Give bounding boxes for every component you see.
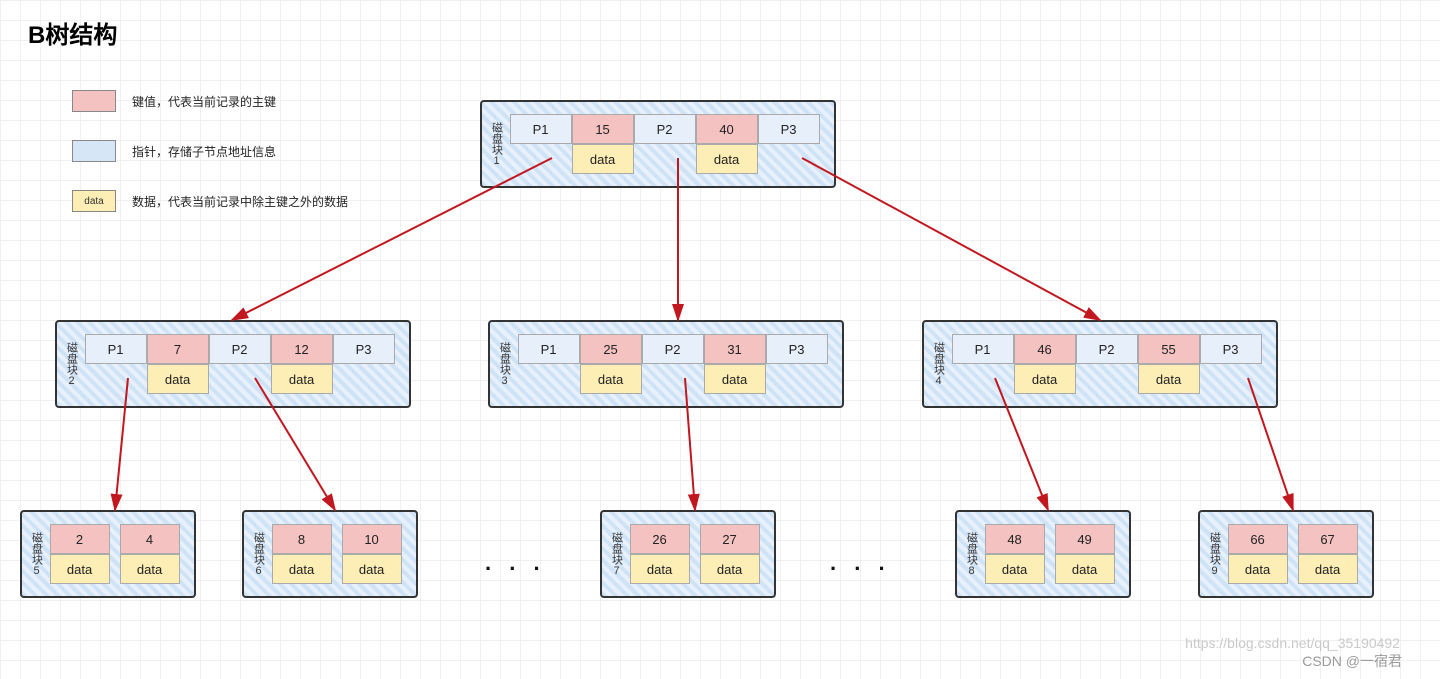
disk-block-2: 磁盘块2 P1 7data P2 12data P3 [55,320,411,408]
diagram-title: B树结构 [28,15,117,50]
disk-block-7: 磁盘块7 26data 27data [600,510,776,598]
ellipsis: . . . [485,550,546,576]
data-cell: data [704,364,766,394]
legend-swatch-key [72,90,116,112]
block-label: 磁盘块8 [961,518,981,590]
key-cell: 48 [985,524,1045,554]
disk-block-9: 磁盘块9 66data 67data [1198,510,1374,598]
legend-row-ptr: 指针，存储子节点地址信息 [72,140,348,162]
data-cell: data [1228,554,1288,584]
data-cell: data [1298,554,1358,584]
data-cell: data [630,554,690,584]
data-cell: data [985,554,1045,584]
key-cell: 12 [271,334,333,364]
disk-block-6: 磁盘块6 8data 10data [242,510,418,598]
pointer-cell: P2 [1076,334,1138,364]
key-cell: 49 [1055,524,1115,554]
key-cell: 7 [147,334,209,364]
disk-block-8: 磁盘块8 48data 49data [955,510,1131,598]
pointer-cell: P3 [758,114,820,144]
cells: P1 7data P2 12data P3 [81,328,399,400]
legend-swatch-data: data [72,190,116,212]
data-cell: data [1055,554,1115,584]
disk-block-1: 磁盘块1 P1 15data P2 40data P3 [480,100,836,188]
block-label: 磁盘块5 [26,518,46,590]
key-cell: 26 [630,524,690,554]
legend-label-ptr: 指针，存储子节点地址信息 [132,143,276,160]
key-cell: 46 [1014,334,1076,364]
pointer-cell: P2 [634,114,696,144]
data-cell: data [572,144,634,174]
pointer-cell: P1 [952,334,1014,364]
key-cell: 10 [342,524,402,554]
key-cell: 67 [1298,524,1358,554]
disk-block-3: 磁盘块3 P1 25data P2 31data P3 [488,320,844,408]
block-label: 磁盘块2 [61,328,81,400]
cells: P1 25data P2 31data P3 [514,328,832,400]
key-cell: 4 [120,524,180,554]
block-label: 磁盘块6 [248,518,268,590]
pointer-cell: P1 [510,114,572,144]
disk-block-5: 磁盘块5 2data 4data [20,510,196,598]
legend-row-data: data 数据，代表当前记录中除主键之外的数据 [72,190,348,212]
cells: P1 15data P2 40data P3 [506,108,824,180]
legend-label-data: 数据，代表当前记录中除主键之外的数据 [132,193,348,210]
key-cell: 27 [700,524,760,554]
legend-label-key: 键值，代表当前记录的主键 [132,93,276,110]
block-label: 磁盘块3 [494,328,514,400]
key-cell: 40 [696,114,758,144]
legend-row-key: 键值，代表当前记录的主键 [72,90,348,112]
data-cell: data [580,364,642,394]
data-cell: data [1138,364,1200,394]
data-cell: data [342,554,402,584]
block-label: 磁盘块4 [928,328,948,400]
block-label: 磁盘块7 [606,518,626,590]
watermark-url: https://blog.csdn.net/qq_35190492 [1185,635,1400,651]
watermark-author: CSDN @一宿君 [1302,651,1402,671]
pointer-cell: P3 [766,334,828,364]
data-cell: data [50,554,110,584]
key-cell: 25 [580,334,642,364]
data-cell: data [272,554,332,584]
key-cell: 66 [1228,524,1288,554]
ellipsis: . . . [830,550,891,576]
disk-block-4: 磁盘块4 P1 46data P2 55data P3 [922,320,1278,408]
pointer-cell: P2 [209,334,271,364]
key-cell: 55 [1138,334,1200,364]
key-cell: 8 [272,524,332,554]
pointer-cell: P3 [333,334,395,364]
key-cell: 31 [704,334,766,364]
cells: P1 46data P2 55data P3 [948,328,1266,400]
data-cell: data [120,554,180,584]
data-cell: data [696,144,758,174]
key-cell: 2 [50,524,110,554]
key-cell: 15 [572,114,634,144]
data-cell: data [1014,364,1076,394]
pointer-cell: P3 [1200,334,1262,364]
legend: 键值，代表当前记录的主键 指针，存储子节点地址信息 data 数据，代表当前记录… [72,90,348,240]
block-label: 磁盘块1 [486,108,506,180]
legend-swatch-ptr [72,140,116,162]
data-cell: data [271,364,333,394]
block-label: 磁盘块9 [1204,518,1224,590]
pointer-cell: P1 [518,334,580,364]
data-cell: data [700,554,760,584]
data-cell: data [147,364,209,394]
pointer-cell: P1 [85,334,147,364]
pointer-cell: P2 [642,334,704,364]
